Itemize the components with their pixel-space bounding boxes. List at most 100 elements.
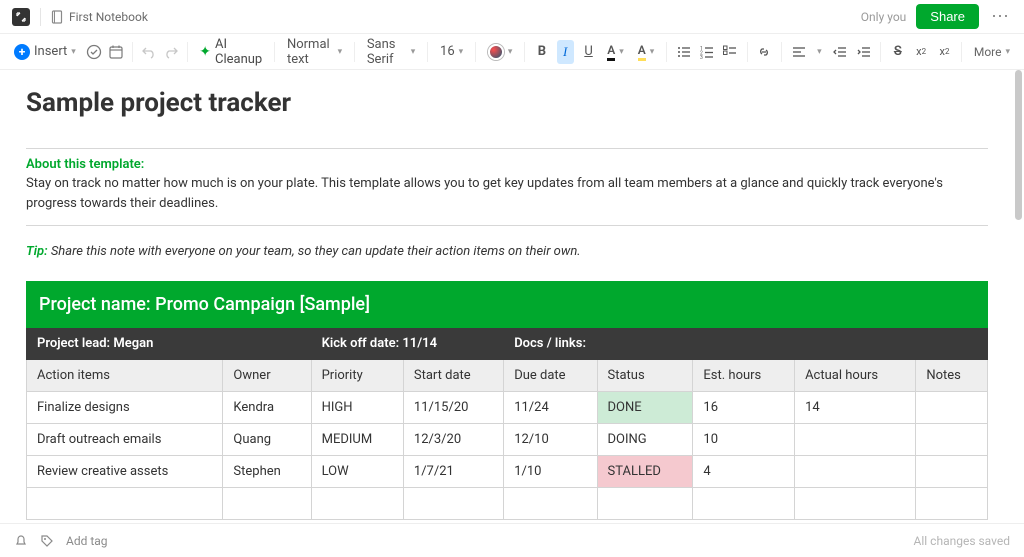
col-action-items[interactable]: Action items [27, 360, 223, 392]
bottom-bar: Add tag All changes saved [0, 523, 1024, 557]
color-swatch-icon [488, 44, 504, 60]
table-cell[interactable]: 1/7/21 [403, 456, 503, 488]
checklist-button[interactable] [722, 40, 739, 64]
col-owner[interactable]: Owner [223, 360, 311, 392]
align-left-button[interactable] [790, 40, 807, 64]
table-row[interactable]: Finalize designsKendraHIGH11/15/2011/24D… [27, 392, 988, 424]
bullet-list-button[interactable] [675, 40, 692, 64]
bold-button[interactable]: B [533, 40, 550, 64]
col-actual-hours[interactable]: Actual hours [795, 360, 916, 392]
task-icon[interactable] [86, 42, 102, 62]
table-cell[interactable]: 4 [693, 456, 795, 488]
indent-button[interactable] [855, 40, 872, 64]
calendar-icon[interactable] [108, 42, 124, 62]
table-cell[interactable] [795, 424, 916, 456]
font-family-dropdown[interactable]: Sans Serif ▾ [363, 35, 420, 69]
table-cell[interactable] [916, 456, 988, 488]
docs-links-cell[interactable]: Docs / links: [504, 328, 988, 360]
redo-icon[interactable] [163, 42, 179, 62]
link-button[interactable] [756, 40, 773, 64]
ai-cleanup-label: AI Cleanup [215, 37, 262, 67]
kickoff-date-cell[interactable]: Kick off date: 11/14 [311, 328, 504, 360]
paragraph-style-dropdown[interactable]: Normal text ▾ [283, 35, 346, 69]
numbered-list-button[interactable]: 123 [698, 40, 715, 64]
col-est-hours[interactable]: Est. hours [693, 360, 795, 392]
scrollbar-thumb[interactable] [1015, 70, 1022, 220]
insert-menu[interactable]: + Insert ▾ [10, 42, 80, 62]
add-tag-button[interactable]: Add tag [66, 534, 108, 548]
table-cell[interactable]: 10 [693, 424, 795, 456]
note-body[interactable]: Sample project tracker About this templa… [0, 70, 1014, 523]
share-status: Only you [861, 10, 907, 24]
project-lead-cell[interactable]: Project lead: Megan [27, 328, 312, 360]
table-cell[interactable]: Finalize designs [27, 392, 223, 424]
reminder-icon[interactable] [14, 534, 28, 548]
col-status[interactable]: Status [597, 360, 693, 392]
chevron-down-icon: ▾ [459, 47, 464, 57]
col-start-date[interactable]: Start date [403, 360, 503, 392]
table-cell[interactable]: 1/10 [504, 456, 597, 488]
table-cell[interactable]: DOING [597, 424, 693, 456]
align-dropdown[interactable]: ▾ [813, 45, 826, 59]
font-size-dropdown[interactable]: 16 ▾ [436, 42, 467, 61]
editor-toolbar: + Insert ▾ ✦ AI Cleanup Normal text ▾ Sa… [0, 34, 1024, 70]
col-priority[interactable]: Priority [311, 360, 403, 392]
underline-button[interactable]: U [580, 40, 597, 64]
top-bar: First Notebook Only you Share ⋯ [0, 0, 1024, 34]
table-row[interactable]: Review creative assetsStephenLOW1/7/211/… [27, 456, 988, 488]
col-due-date[interactable]: Due date [504, 360, 597, 392]
tip-text: Share this note with everyone on your te… [48, 244, 581, 259]
project-banner[interactable]: Project name: Promo Campaign [Sample] [27, 282, 988, 328]
undo-icon[interactable] [141, 42, 157, 62]
table-cell[interactable]: 14 [795, 392, 916, 424]
share-button[interactable]: Share [916, 4, 979, 29]
more-formatting-menu[interactable]: More ▾ [970, 43, 1014, 61]
table-cell[interactable]: Kendra [223, 392, 311, 424]
insert-label: Insert [34, 44, 67, 59]
expand-icon[interactable] [12, 8, 30, 26]
chevron-down-icon: ▾ [71, 47, 76, 57]
project-tracker-table[interactable]: Project name: Promo Campaign [Sample] Pr… [26, 281, 988, 520]
notebook-breadcrumb[interactable]: First Notebook [51, 10, 148, 24]
text-color-button[interactable]: A ▾ [603, 41, 628, 63]
table-cell[interactable] [916, 392, 988, 424]
table-cell[interactable]: Review creative assets [27, 456, 223, 488]
table-cell[interactable]: Quang [223, 424, 311, 456]
table-cell[interactable]: MEDIUM [311, 424, 403, 456]
superscript-button[interactable]: x2 [912, 40, 929, 64]
note-title[interactable]: Sample project tracker [26, 88, 988, 118]
about-template-text: Stay on track no matter how much is on y… [26, 174, 988, 213]
strikethrough-button[interactable]: S [889, 40, 906, 64]
plus-icon: + [14, 44, 30, 60]
table-cell[interactable] [916, 424, 988, 456]
chevron-down-icon: ▾ [817, 47, 822, 57]
tag-icon[interactable] [40, 534, 54, 548]
table-cell[interactable]: DONE [597, 392, 693, 424]
chevron-down-icon: ▾ [411, 47, 416, 57]
more-menu-icon[interactable]: ⋯ [989, 6, 1012, 27]
editor-scroll-area[interactable]: Sample project tracker About this templa… [0, 70, 1014, 523]
italic-button[interactable]: I [557, 40, 574, 64]
about-template-label: About this template: [26, 157, 988, 172]
outdent-button[interactable] [832, 40, 849, 64]
separator [40, 8, 41, 26]
chevron-down-icon: ▾ [650, 47, 655, 57]
subscript-button[interactable]: x2 [936, 40, 953, 64]
table-cell[interactable]: STALLED [597, 456, 693, 488]
table-cell[interactable]: 11/24 [504, 392, 597, 424]
table-cell[interactable]: 12/3/20 [403, 424, 503, 456]
table-cell[interactable]: LOW [311, 456, 403, 488]
table-row[interactable]: Draft outreach emailsQuangMEDIUM12/3/201… [27, 424, 988, 456]
col-notes[interactable]: Notes [916, 360, 988, 392]
table-cell[interactable]: HIGH [311, 392, 403, 424]
table-cell[interactable]: 12/10 [504, 424, 597, 456]
ai-cleanup-button[interactable]: ✦ AI Cleanup [195, 35, 266, 69]
chevron-down-icon: ▾ [1006, 47, 1011, 57]
table-cell[interactable]: Draft outreach emails [27, 424, 223, 456]
table-cell[interactable] [795, 456, 916, 488]
font-color-picker[interactable]: ▾ [484, 42, 517, 62]
table-cell[interactable]: 16 [693, 392, 795, 424]
table-cell[interactable]: Stephen [223, 456, 311, 488]
highlight-button[interactable]: A ▾ [634, 41, 659, 63]
table-cell[interactable]: 11/15/20 [403, 392, 503, 424]
